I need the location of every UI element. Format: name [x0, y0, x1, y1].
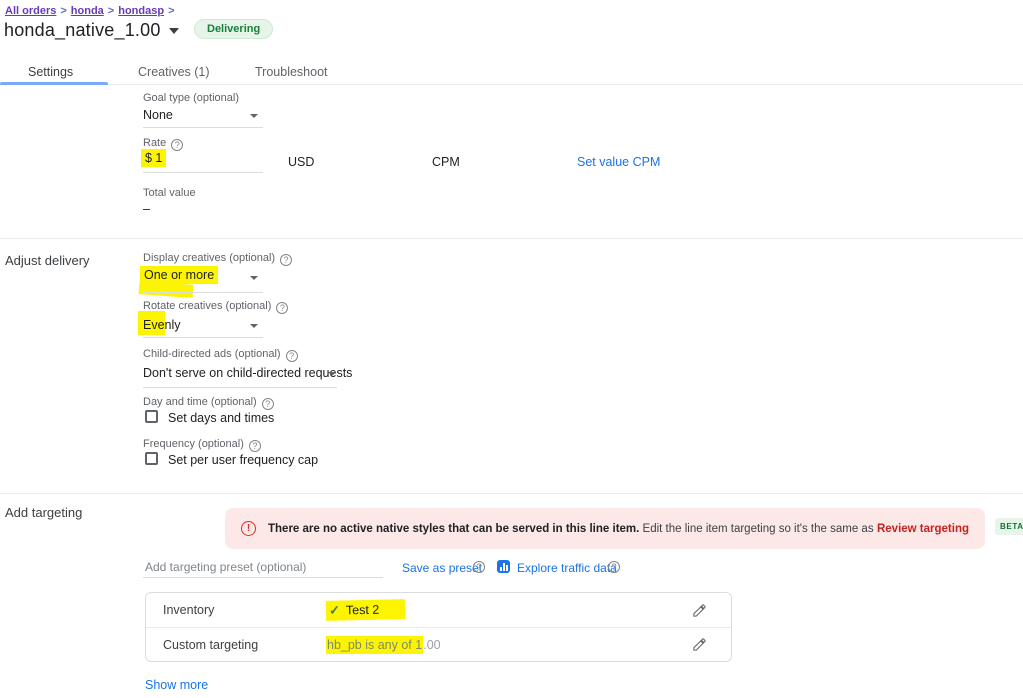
- inventory-value-highlight: ✓ Test 2: [326, 599, 406, 621]
- day-time-checkbox[interactable]: [145, 410, 158, 423]
- breadcrumb-separator: >: [168, 5, 174, 17]
- goal-type-select[interactable]: None: [143, 108, 173, 122]
- currency-code: USD: [288, 155, 314, 169]
- rotate-creatives-underline: [143, 337, 263, 338]
- cost-type: CPM: [432, 155, 460, 169]
- breadcrumb-separator: >: [108, 5, 114, 17]
- rate-value-highlight: $ 1: [141, 149, 166, 167]
- display-creatives-underline: [143, 292, 263, 293]
- save-as-preset-help-icon[interactable]: ?: [473, 561, 485, 573]
- explore-traffic-help-icon[interactable]: ?: [608, 561, 620, 573]
- pencil-icon: [692, 603, 707, 618]
- edit-inventory-button[interactable]: [692, 603, 707, 618]
- tab-settings[interactable]: Settings: [28, 65, 73, 79]
- rate-input[interactable]: $ 1: [141, 151, 166, 165]
- row-label: Inventory: [163, 603, 326, 617]
- child-directed-caret-icon: [328, 372, 336, 376]
- page-title: honda_native_1.00: [4, 20, 161, 41]
- goal-type-caret-icon: [250, 114, 258, 118]
- status-badge: Delivering: [194, 19, 273, 39]
- pencil-icon: [692, 637, 707, 652]
- rotate-creatives-caret-icon: [250, 324, 258, 328]
- title-dropdown-caret-icon[interactable]: [169, 28, 179, 34]
- day-time-help-icon[interactable]: ?: [262, 398, 274, 410]
- inventory-value: Test 2: [346, 603, 380, 618]
- child-directed-label: Child-directed ads (optional)?: [143, 348, 298, 362]
- set-value-cpm-link[interactable]: Set value CPM: [577, 155, 660, 169]
- warning-text: There are no active native styles that c…: [268, 523, 877, 535]
- rate-help-icon[interactable]: ?: [171, 139, 183, 151]
- check-icon: ✓: [329, 603, 340, 618]
- tab-creatives[interactable]: Creatives (1): [138, 65, 210, 79]
- explore-traffic-data-link[interactable]: Explore traffic data: [517, 561, 617, 575]
- explore-traffic-chart-icon: [497, 560, 510, 573]
- section-divider: [0, 493, 1023, 494]
- section-divider: [0, 238, 1023, 239]
- table-row-inventory: Inventory ✓ Test 2: [146, 593, 731, 627]
- breadcrumb-order-honda[interactable]: honda: [71, 5, 104, 17]
- breadcrumb-separator: >: [60, 5, 66, 17]
- tab-troubleshoot[interactable]: Troubleshoot: [255, 65, 328, 79]
- targeting-summary-table: Inventory ✓ Test 2 Custom targeting hb_pb…: [145, 592, 732, 662]
- display-creatives-select[interactable]: One or more: [140, 268, 218, 282]
- rotate-creatives-select[interactable]: Evenly: [143, 318, 181, 332]
- line-item-settings-page: All orders > honda > hondasp > honda_native_1…: [0, 0, 1023, 698]
- display-creatives-value-highlight: One or more: [140, 266, 218, 284]
- tab-bar: Settings Creatives (1) Troubleshoot: [0, 60, 1023, 85]
- edit-custom-targeting-button[interactable]: [692, 637, 707, 652]
- frequency-checkbox[interactable]: [145, 452, 158, 465]
- total-value: –: [143, 202, 150, 216]
- child-directed-help-icon[interactable]: ?: [286, 350, 298, 362]
- targeting-preset-input[interactable]: [143, 556, 383, 578]
- table-row-custom-targeting: Custom targeting hb_pb is any of 1.00: [146, 627, 731, 661]
- breadcrumb: All orders > honda > hondasp >: [5, 3, 179, 17]
- day-time-checkbox-label: Set days and times: [168, 411, 274, 425]
- frequency-checkbox-label: Set per user frequency cap: [168, 453, 318, 467]
- frequency-help-icon[interactable]: ?: [249, 440, 261, 452]
- review-targeting-link[interactable]: Review targeting: [877, 523, 969, 535]
- beta-badge: BETA: [995, 518, 1023, 535]
- custom-targeting-value-highlight: hb_pb is any of 1: [326, 636, 423, 654]
- child-directed-underline: [143, 387, 337, 388]
- rate-underline: [143, 172, 263, 173]
- display-creatives-caret-icon: [250, 276, 258, 280]
- show-more-link[interactable]: Show more: [145, 678, 208, 692]
- day-time-label: Day and time (optional)?: [143, 396, 274, 410]
- row-label: Custom targeting: [163, 638, 326, 652]
- adjust-delivery-section-title: Adjust delivery: [5, 253, 90, 268]
- warning-icon: !: [241, 521, 256, 536]
- goal-type-underline: [143, 127, 263, 128]
- save-as-preset-link[interactable]: Save as preset: [402, 561, 482, 575]
- goal-type-label: Goal type (optional): [143, 92, 239, 104]
- add-targeting-section-title: Add targeting: [5, 505, 82, 520]
- native-styles-warning-banner: ! There are no active native styles that…: [225, 508, 985, 549]
- breadcrumb-lineitem-hondasp[interactable]: hondasp: [118, 5, 164, 17]
- custom-targeting-value: hb_pb is any of 1.00: [326, 638, 441, 652]
- frequency-label: Frequency (optional)?: [143, 438, 261, 452]
- rotate-creatives-help-icon[interactable]: ?: [276, 302, 288, 314]
- breadcrumb-all-orders[interactable]: All orders: [5, 5, 56, 17]
- total-value-label: Total value: [143, 187, 196, 199]
- child-directed-select[interactable]: Don't serve on child-directed requests: [143, 366, 352, 380]
- display-creatives-label: Display creatives (optional)?: [143, 252, 292, 266]
- display-creatives-help-icon[interactable]: ?: [280, 254, 292, 266]
- active-tab-underline: [0, 82, 108, 85]
